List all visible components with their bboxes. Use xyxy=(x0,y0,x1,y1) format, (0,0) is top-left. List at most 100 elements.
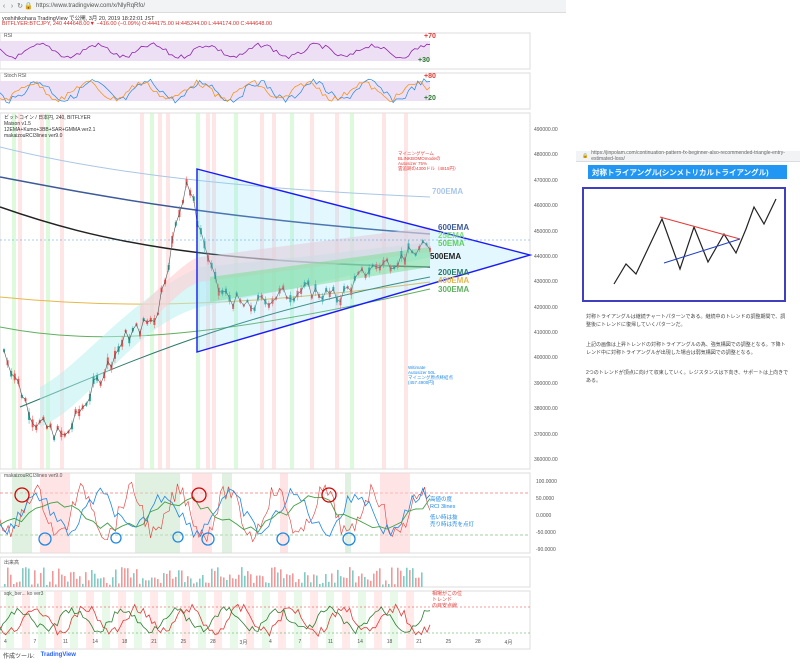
volume-bar-10 xyxy=(34,570,36,587)
volume-bar-37 xyxy=(115,569,117,587)
volume-bar-59 xyxy=(181,570,183,587)
bottom-stripe-2 xyxy=(38,591,46,649)
volume-bar-43 xyxy=(133,573,135,587)
diagram-resistance xyxy=(659,216,741,240)
label-50ema: 50EMA xyxy=(438,239,465,248)
volume-bar-54 xyxy=(166,573,168,587)
footer: 作成ツール: TradingView xyxy=(0,649,569,661)
price-tick-1: 480000.00 xyxy=(534,152,558,159)
x-tick-9: 4 xyxy=(269,639,272,645)
volume-bar-50 xyxy=(154,577,156,587)
volume-bar-77 xyxy=(235,578,237,587)
bottom-stripe-0 xyxy=(6,591,14,649)
price-tick-3: 460000.00 xyxy=(534,203,558,210)
main-stripe-0 xyxy=(12,113,16,469)
price-tick-12: 370000.00 xyxy=(534,431,558,438)
stoch-label: Stoch RSI xyxy=(4,73,27,79)
article-paragraph-2: 上記の画像は上昇トレンドの対称トライアングルの為、強気構図での調整となる。下降ト… xyxy=(586,342,786,356)
reload-icon[interactable]: ↻ xyxy=(16,2,24,10)
volume-bar-66 xyxy=(202,574,204,587)
volume-bar-61 xyxy=(187,576,189,587)
rci-stripe-2 xyxy=(135,473,180,553)
footer-prefix: 作成ツール: xyxy=(3,653,35,660)
price-tick-10: 390000.00 xyxy=(534,380,558,387)
bottom-stripe-14 xyxy=(230,591,238,649)
volume-bar-28 xyxy=(88,580,90,587)
volume-bar-34 xyxy=(106,582,108,587)
volume-bar-102 xyxy=(310,582,312,587)
volume-bar-14 xyxy=(46,584,48,587)
article-heading: 対称トライアングル(シンメトリカルトライアングル) xyxy=(588,165,787,179)
volume-bar-98 xyxy=(298,579,300,587)
price-tick-9: 400000.00 xyxy=(534,355,558,362)
volume-bar-33 xyxy=(103,577,105,587)
volume-bar-62 xyxy=(190,578,192,587)
url-text[interactable]: https://www.tradingview.com/x/NlyRqRfo/ xyxy=(36,3,145,9)
annotation-red: マイニングゲーム BLINKBOMOmodeの Autosizer 75% 雲追… xyxy=(398,151,459,171)
volume-bar-106 xyxy=(322,582,324,587)
x-tick-13: 18 xyxy=(386,639,393,645)
tradingview-chart[interactable]: yoshihikohara TradingView で公開, 3月 20, 20… xyxy=(0,13,566,661)
x-tick-7: 28 xyxy=(210,639,216,645)
volume-bar-30 xyxy=(94,573,96,587)
rci-label: makaizouRCI3lines ver9.0 xyxy=(4,473,63,479)
rsi-upper: +70 xyxy=(424,33,436,40)
bottom-stripe-3 xyxy=(54,591,62,649)
volume-bar-104 xyxy=(316,575,318,587)
volume-bar-17 xyxy=(55,584,57,587)
volume-bar-6 xyxy=(22,568,24,587)
volume-bar-60 xyxy=(184,582,186,587)
volume-bar-73 xyxy=(223,577,225,587)
volume-bar-36 xyxy=(112,577,114,587)
back-icon[interactable]: ‹ xyxy=(0,3,8,10)
bottom-stripe-21 xyxy=(342,591,350,649)
volume-bar-67 xyxy=(205,582,207,587)
volume-bar-128 xyxy=(388,583,390,587)
price-tick-4: 450000.00 xyxy=(534,228,558,235)
x-tick-10: 7 xyxy=(298,639,302,645)
volume-bar-3 xyxy=(13,583,15,587)
forward-icon[interactable]: › xyxy=(8,3,16,10)
volume-bar-111 xyxy=(337,569,339,587)
volume-label: 出来高 xyxy=(4,560,20,566)
volume-bar-46 xyxy=(142,578,144,587)
volume-bar-0 xyxy=(4,583,6,587)
rsi-lower: +30 xyxy=(418,57,430,64)
label-400ema: 400EMA xyxy=(438,276,470,285)
volume-bar-89 xyxy=(271,567,273,587)
bottom-stripe-8 xyxy=(134,591,142,649)
volume-bar-72 xyxy=(220,576,222,587)
volume-bar-113 xyxy=(343,577,345,587)
volume-bar-79 xyxy=(241,567,243,587)
browser-url-bar[interactable]: ‹ › ↻ 🔒 https://www.tradingview.com/x/Nl… xyxy=(0,0,566,13)
volume-bar-94 xyxy=(286,574,288,587)
volume-bar-110 xyxy=(334,582,336,587)
volume-bar-90 xyxy=(274,567,276,587)
volume-bar-96 xyxy=(292,573,294,587)
volume-bar-57 xyxy=(175,576,177,587)
volume-bar-82 xyxy=(250,574,252,587)
main-stripe-1 xyxy=(18,113,22,469)
bottom-notes: 相場がこの位 トレンド の目安点線 xyxy=(432,591,463,609)
volume-bar-85 xyxy=(259,575,261,587)
volume-bar-31 xyxy=(97,578,99,587)
lock-icon: 🔒 xyxy=(24,3,33,10)
volume-bar-105 xyxy=(319,583,321,587)
main-stripe-5 xyxy=(140,113,144,469)
label-300ema: 300EMA xyxy=(438,285,470,294)
volume-bar-45 xyxy=(139,583,141,587)
right-url-bar[interactable]: 🔒 https://jinpolam.com/continuation-patt… xyxy=(576,150,800,162)
volume-bar-56 xyxy=(172,578,174,587)
volume-bar-22 xyxy=(70,572,72,587)
volume-bar-135 xyxy=(409,570,411,587)
volume-bar-93 xyxy=(283,578,285,587)
volume-bar-44 xyxy=(136,569,138,587)
volume-bar-107 xyxy=(325,574,327,587)
volume-bar-39 xyxy=(121,567,123,587)
volume-bar-70 xyxy=(214,570,216,587)
tradingview-logo[interactable]: TradingView xyxy=(41,652,76,658)
main-stripe-4 xyxy=(60,113,64,469)
volume-bar-71 xyxy=(217,567,219,587)
volume-bar-9 xyxy=(31,584,33,587)
right-url-text[interactable]: https://jinpolam.com/continuation-patter… xyxy=(591,150,800,162)
